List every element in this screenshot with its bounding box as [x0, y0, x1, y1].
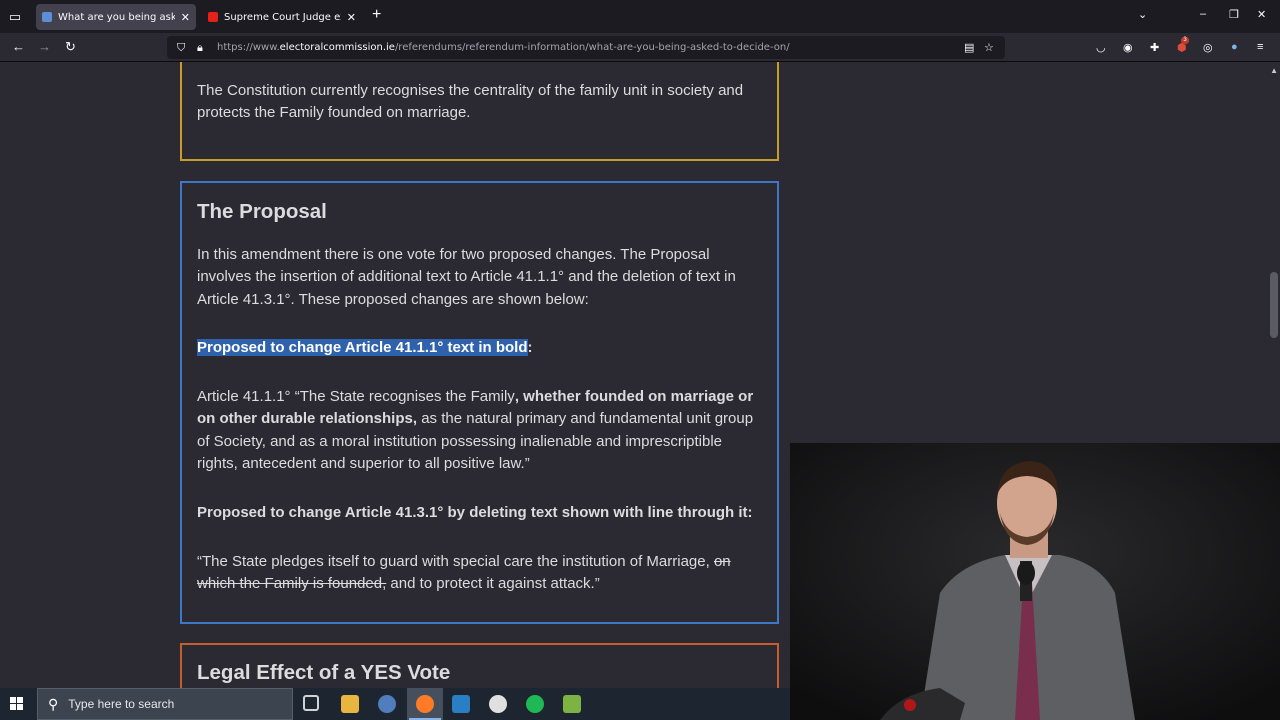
firefox-icon[interactable] [416, 695, 434, 713]
presenter-image [790, 443, 1280, 720]
shield-icon[interactable]: ⛉ [177, 41, 185, 55]
tab-strip: ▭ What are you being asked to decide on … [0, 0, 1280, 33]
forward-icon[interactable]: → [38, 39, 51, 54]
extension-icon[interactable]: ● [1231, 41, 1238, 53]
tab-title: Supreme Court Judge explains [224, 11, 341, 23]
current-position-text: The Constitution currently recognises th… [197, 82, 744, 122]
youtube-icon [208, 12, 218, 22]
taskbar: ⚲ Type here to search [0, 688, 790, 720]
url-text[interactable]: https://www.electoralcommission.ie/refer… [217, 42, 790, 53]
account-icon[interactable]: ◉ [1123, 41, 1133, 54]
reload-icon[interactable]: ↻ [65, 39, 76, 55]
article-41-1-1-text: Article 41.1.1° “The State recognises th… [197, 388, 754, 472]
menu-icon[interactable]: ≡ [1257, 41, 1263, 53]
vpn-icon[interactable] [378, 695, 396, 713]
change1-label[interactable]: Proposed to change Article 41.1.1° text … [197, 337, 767, 359]
restore-icon[interactable]: ❐ [1229, 8, 1239, 21]
favicon-icon [42, 12, 52, 22]
spotify-icon[interactable] [526, 695, 544, 713]
change2-label: Proposed to change Article 41.3.1° by de… [197, 504, 753, 521]
search-icon: ⚲ [48, 695, 59, 712]
tab-electoral-commission[interactable]: What are you being asked to decide on ✕ [36, 4, 196, 30]
obs-icon[interactable] [489, 695, 507, 713]
extension-badge: 3 [1181, 37, 1189, 44]
extensions-icon[interactable]: ✚ [1150, 41, 1159, 54]
navigation-bar: ← → ↻ ⛉ 🔒︎ https://www.electoralcommissi… [0, 33, 1280, 62]
url-bar[interactable]: ⛉ 🔒︎ https://www.electoralcommission.ie/… [167, 36, 1005, 59]
notes-app-icon[interactable] [452, 695, 470, 713]
legal-effect-heading: Legal Effect of a YES Vote [197, 661, 451, 684]
lock-icon[interactable]: 🔒︎ [197, 41, 203, 55]
tab-list-icon[interactable]: ▭ [0, 0, 30, 33]
legal-effect-card: Legal Effect of a YES Vote [180, 643, 779, 688]
close-tab-icon[interactable]: ✕ [181, 11, 190, 24]
back-icon[interactable]: ← [12, 39, 25, 54]
proposal-card: The Proposal In this amendment there is … [180, 181, 779, 624]
tab-youtube[interactable]: Supreme Court Judge explains ✕ [202, 4, 362, 30]
bookmark-star-icon[interactable]: ☆ [984, 41, 994, 54]
chevron-down-icon[interactable]: ⌄ [1138, 8, 1147, 21]
task-view-icon[interactable] [303, 695, 319, 711]
article-41-3-1-text: “The State pledges itself to guard with … [197, 553, 731, 593]
search-placeholder: Type here to search [68, 697, 175, 711]
close-window-icon[interactable]: ✕ [1257, 8, 1266, 21]
pocket-icon[interactable]: ◡ [1096, 41, 1106, 54]
webcam-overlay [790, 443, 1280, 720]
close-tab-icon[interactable]: ✕ [347, 11, 356, 24]
editor-app-icon[interactable] [563, 695, 581, 713]
tab-title: What are you being asked to decide on [58, 11, 175, 23]
file-explorer-icon[interactable] [341, 695, 359, 713]
reader-view-icon[interactable]: ▤ [964, 41, 974, 54]
scroll-up-icon[interactable]: ▲ [1270, 66, 1278, 75]
current-position-card: The Constitution currently recognises th… [180, 62, 779, 161]
taskbar-search[interactable]: ⚲ Type here to search [37, 688, 293, 720]
minimize-icon[interactable]: – [1200, 8, 1206, 20]
scrollbar-thumb[interactable] [1270, 272, 1278, 338]
windows-start-icon[interactable] [10, 697, 24, 711]
proposal-intro: In this amendment there is one vote for … [197, 246, 736, 308]
selected-text[interactable]: Proposed to change Article 41.1.1° text … [197, 339, 528, 356]
proposal-heading: The Proposal [197, 200, 327, 223]
glasses-icon[interactable]: ◎ [1203, 41, 1213, 54]
new-tab-icon[interactable]: + [372, 6, 381, 24]
